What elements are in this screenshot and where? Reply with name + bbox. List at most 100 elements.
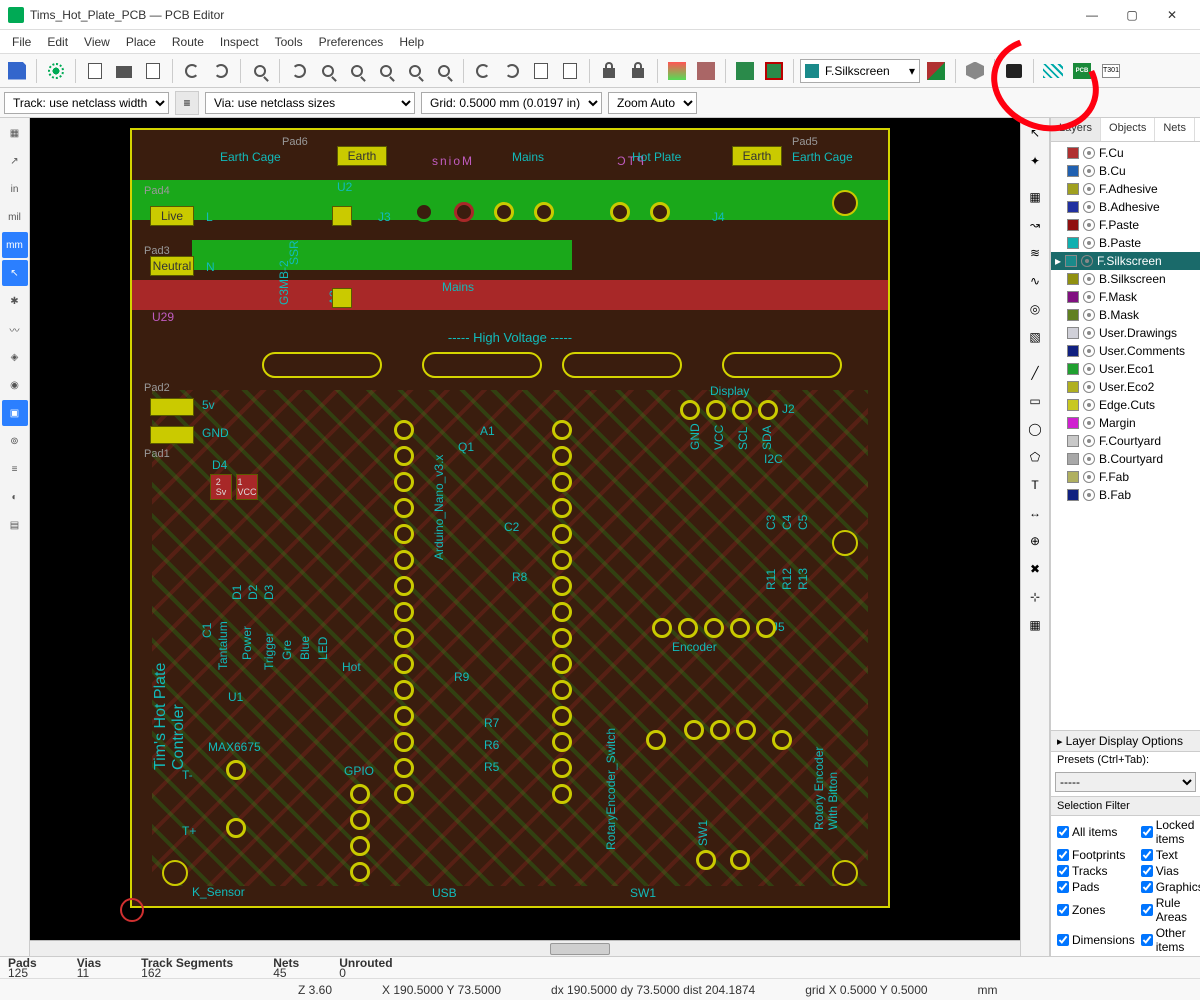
layer-display-toggle[interactable]: ▸ Layer Display Options (1051, 730, 1200, 752)
eye-icon[interactable] (1083, 453, 1095, 465)
eye-icon[interactable] (1083, 489, 1095, 501)
rotate-cw-button[interactable] (499, 58, 525, 84)
place-dimension-button[interactable]: ↔ (1022, 500, 1048, 526)
find-button[interactable] (247, 58, 273, 84)
layer-row-user-comments[interactable]: User.Comments (1051, 342, 1200, 360)
cursor-shape-button[interactable]: ↖ (2, 260, 28, 286)
mm-button[interactable]: mm (2, 232, 28, 258)
via-outline-button[interactable]: ⊚ (2, 428, 28, 454)
menu-edit[interactable]: Edit (39, 32, 76, 52)
scroll-thumb[interactable] (550, 943, 610, 955)
mirror-v-button[interactable] (528, 58, 554, 84)
eye-icon[interactable] (1083, 165, 1095, 177)
maximize-button[interactable]: ▢ (1112, 1, 1152, 29)
mils-button[interactable]: mil (2, 204, 28, 230)
layer-row-b-courtyard[interactable]: B.Courtyard (1051, 450, 1200, 468)
board-setup-button[interactable] (43, 58, 69, 84)
filter-all[interactable]: All items (1057, 818, 1135, 846)
select-tool-button[interactable]: ↖ (1022, 120, 1048, 146)
grid-toggle-button[interactable]: ▦ (2, 120, 28, 146)
eye-icon[interactable] (1083, 345, 1095, 357)
eye-icon[interactable] (1083, 327, 1095, 339)
layer-row-edge-cuts[interactable]: Edge.Cuts (1051, 396, 1200, 414)
route-track-button[interactable]: ↝ (1022, 212, 1048, 238)
layer-row-user-drawings[interactable]: User.Drawings (1051, 324, 1200, 342)
track-outline-button[interactable]: ≡ (2, 456, 28, 482)
lock-button[interactable] (596, 58, 622, 84)
filter-graphics[interactable]: Graphics (1141, 880, 1200, 894)
eye-icon[interactable] (1083, 201, 1095, 213)
layer-row-b-mask[interactable]: B.Mask (1051, 306, 1200, 324)
set-origin-button[interactable]: ⊕ (1022, 528, 1048, 554)
footprint-editor-button[interactable] (732, 58, 758, 84)
tab-layers[interactable]: Layers (1051, 118, 1101, 141)
ratsnest-toggle-button[interactable]: ✱ (2, 288, 28, 314)
zoom-out-button[interactable] (344, 58, 370, 84)
place-footprint-button[interactable]: ▦ (1022, 184, 1048, 210)
plot-button[interactable] (140, 58, 166, 84)
zoom-in-button[interactable] (315, 58, 341, 84)
filter-pads[interactable]: Pads (1057, 880, 1135, 894)
filter-text[interactable]: Text (1141, 848, 1200, 862)
redo-button[interactable] (208, 58, 234, 84)
tab-objects[interactable]: Objects (1101, 118, 1155, 141)
filter-zones[interactable]: Zones (1057, 896, 1135, 924)
zoom-obj-button[interactable] (402, 58, 428, 84)
inches-button[interactable]: in (2, 176, 28, 202)
layer-select[interactable]: F.Silkscreen ▾ (800, 59, 920, 83)
update-from-sch-button[interactable] (761, 58, 787, 84)
zoom-fit-button[interactable] (373, 58, 399, 84)
layer-row-b-cu[interactable]: B.Cu (1051, 162, 1200, 180)
eye-icon[interactable] (1083, 363, 1095, 375)
track-width-select[interactable]: Track: use netclass width (4, 92, 169, 114)
place-zone-button[interactable]: ▧ (1022, 324, 1048, 350)
curved-ratsnest-button[interactable]: 〰 (2, 316, 28, 342)
layer-list[interactable]: F.CuB.CuF.AdhesiveB.AdhesiveF.PasteB.Pas… (1051, 142, 1200, 506)
filter-tracks[interactable]: Tracks (1057, 864, 1135, 878)
delete-button[interactable]: ✖ (1022, 556, 1048, 582)
pcb-canvas[interactable]: Pad6 Earth Cage Pad5 Earth Cage Pad4 Pad… (30, 118, 1020, 940)
layer-row-margin[interactable]: Margin (1051, 414, 1200, 432)
layer-row-b-silkscreen[interactable]: B.Silkscreen (1051, 270, 1200, 288)
draw-line-button[interactable]: ╱ (1022, 360, 1048, 386)
draw-poly-button[interactable]: ⬠ (1022, 444, 1048, 470)
grid-origin-button[interactable]: ▦ (1022, 612, 1048, 638)
eye-icon[interactable] (1083, 273, 1095, 285)
layer-row-f-paste[interactable]: F.Paste (1051, 216, 1200, 234)
eye-icon[interactable] (1083, 147, 1095, 159)
menu-preferences[interactable]: Preferences (311, 32, 392, 52)
zone-fill-button[interactable]: ◉ (2, 372, 28, 398)
menu-place[interactable]: Place (118, 32, 164, 52)
minimize-button[interactable]: — (1072, 1, 1112, 29)
unlock-button[interactable] (625, 58, 651, 84)
filter-footprints[interactable]: Footprints (1057, 848, 1135, 862)
zoom-select[interactable]: Zoom Auto (608, 92, 697, 114)
layer-row-f-silkscreen[interactable]: ▸F.Silkscreen (1051, 252, 1200, 270)
layer-row-f-adhesive[interactable]: F.Adhesive (1051, 180, 1200, 198)
highlight-net-button[interactable]: ✦ (1022, 148, 1048, 174)
eye-icon[interactable] (1083, 381, 1095, 393)
eye-icon[interactable] (1083, 309, 1095, 321)
drc-button[interactable] (664, 58, 690, 84)
layer-row-b-paste[interactable]: B.Paste (1051, 234, 1200, 252)
mirror-h-button[interactable] (557, 58, 583, 84)
3d-viewer-button[interactable] (962, 58, 988, 84)
draw-circle-button[interactable]: ◯ (1022, 416, 1048, 442)
page-settings-button[interactable] (82, 58, 108, 84)
layer-row-user-eco2[interactable]: User.Eco2 (1051, 378, 1200, 396)
grid-select[interactable]: Grid: 0.5000 mm (0.0197 in) (421, 92, 602, 114)
eye-icon[interactable] (1083, 291, 1095, 303)
eye-icon[interactable] (1083, 417, 1095, 429)
tune-length-button[interactable]: ∿ (1022, 268, 1048, 294)
plugin-t301-button[interactable]: T301 (1098, 58, 1124, 84)
pad-outline-button[interactable]: ▣ (2, 400, 28, 426)
plugin-dashboard-button[interactable] (1040, 58, 1066, 84)
filter-other[interactable]: Other items (1141, 926, 1200, 954)
filter-vias[interactable]: Vias (1141, 864, 1200, 878)
rotate-ccw-button[interactable] (470, 58, 496, 84)
place-via-button[interactable]: ◎ (1022, 296, 1048, 322)
measure-button[interactable]: ⊹ (1022, 584, 1048, 610)
plugin-pcbway-button[interactable]: PCB (1069, 58, 1095, 84)
menu-view[interactable]: View (76, 32, 118, 52)
menu-file[interactable]: File (4, 32, 39, 52)
